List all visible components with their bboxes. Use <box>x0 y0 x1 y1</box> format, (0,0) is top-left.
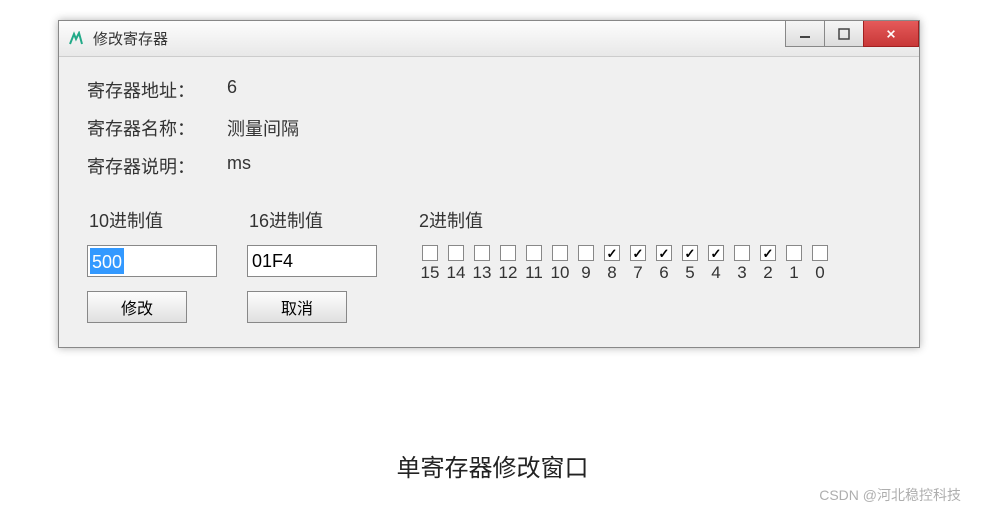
bit-4: 4 <box>703 245 729 283</box>
bit-checkbox-7[interactable] <box>630 245 646 261</box>
register-name-value: 测量间隔 <box>227 115 299 141</box>
register-address-label: 寄存器地址： <box>87 77 227 103</box>
bit-checkbox-6[interactable] <box>656 245 672 261</box>
decimal-header: 10进制值 <box>87 207 217 233</box>
bit-15: 15 <box>417 245 443 283</box>
bit-checkbox-9[interactable] <box>578 245 594 261</box>
bit-checkbox-5[interactable] <box>682 245 698 261</box>
close-button[interactable] <box>863 21 919 47</box>
decimal-input-text: 500 <box>90 248 124 274</box>
bit-1: 1 <box>781 245 807 283</box>
values-row: 10进制值 500 修改 16进制值 取消 2进制值 1514131211109… <box>87 207 891 323</box>
maximize-button[interactable] <box>824 21 864 47</box>
minimize-button[interactable] <box>785 21 825 47</box>
register-address-value: 6 <box>227 77 237 103</box>
hex-column: 16进制值 取消 <box>247 207 377 323</box>
register-address-row: 寄存器地址： 6 <box>87 77 891 103</box>
bit-14: 14 <box>443 245 469 283</box>
binary-header: 2进制值 <box>417 207 891 233</box>
hex-input[interactable] <box>247 245 377 277</box>
binary-column: 2进制值 1514131211109876543210 <box>417 207 891 323</box>
register-desc-label: 寄存器说明： <box>87 153 227 179</box>
bit-label-14: 14 <box>447 263 466 283</box>
bits-row: 1514131211109876543210 <box>417 245 891 283</box>
bit-label-7: 7 <box>633 263 642 283</box>
bit-7: 7 <box>625 245 651 283</box>
bit-label-2: 2 <box>763 263 772 283</box>
bit-checkbox-15[interactable] <box>422 245 438 261</box>
bit-label-9: 9 <box>581 263 590 283</box>
bit-checkbox-10[interactable] <box>552 245 568 261</box>
bit-label-12: 12 <box>499 263 518 283</box>
register-name-row: 寄存器名称： 测量间隔 <box>87 115 891 141</box>
bit-label-4: 4 <box>711 263 720 283</box>
bit-checkbox-4[interactable] <box>708 245 724 261</box>
decimal-input[interactable]: 500 <box>87 245 217 277</box>
window-title: 修改寄存器 <box>93 28 786 49</box>
bit-0: 0 <box>807 245 833 283</box>
bit-label-6: 6 <box>659 263 668 283</box>
bit-checkbox-0[interactable] <box>812 245 828 261</box>
bit-checkbox-12[interactable] <box>500 245 516 261</box>
bit-label-11: 11 <box>525 263 543 283</box>
register-desc-row: 寄存器说明： ms <box>87 153 891 179</box>
bit-checkbox-8[interactable] <box>604 245 620 261</box>
figure-caption: 单寄存器修改窗口 <box>0 448 985 483</box>
bit-5: 5 <box>677 245 703 283</box>
decimal-column: 10进制值 500 修改 <box>87 207 217 323</box>
bit-label-10: 10 <box>551 263 570 283</box>
cancel-button[interactable]: 取消 <box>247 291 347 323</box>
bit-6: 6 <box>651 245 677 283</box>
bit-checkbox-13[interactable] <box>474 245 490 261</box>
bit-checkbox-11[interactable] <box>526 245 542 261</box>
bit-checkbox-1[interactable] <box>786 245 802 261</box>
titlebar[interactable]: 修改寄存器 <box>59 21 919 57</box>
app-icon <box>67 30 85 48</box>
bit-label-1: 1 <box>789 263 798 283</box>
bit-12: 12 <box>495 245 521 283</box>
client-area: 寄存器地址： 6 寄存器名称： 测量间隔 寄存器说明： ms 10进制值 500… <box>59 57 919 347</box>
watermark: CSDN @河北稳控科技 <box>819 485 961 505</box>
bit-9: 9 <box>573 245 599 283</box>
bit-13: 13 <box>469 245 495 283</box>
bit-label-5: 5 <box>685 263 694 283</box>
hex-header: 16进制值 <box>247 207 377 233</box>
bit-11: 11 <box>521 245 547 283</box>
bit-2: 2 <box>755 245 781 283</box>
bit-3: 3 <box>729 245 755 283</box>
bit-checkbox-2[interactable] <box>760 245 776 261</box>
bit-8: 8 <box>599 245 625 283</box>
bit-label-0: 0 <box>815 263 824 283</box>
bit-10: 10 <box>547 245 573 283</box>
bit-checkbox-14[interactable] <box>448 245 464 261</box>
register-desc-value: ms <box>227 153 251 179</box>
bit-label-13: 13 <box>473 263 492 283</box>
bit-label-3: 3 <box>737 263 746 283</box>
window-controls <box>786 21 919 56</box>
dialog-window: 修改寄存器 寄存器地址： 6 寄存器名称： 测量间隔 寄存器说明： ms <box>58 20 920 348</box>
bit-label-15: 15 <box>421 263 440 283</box>
bit-label-8: 8 <box>607 263 616 283</box>
bit-checkbox-3[interactable] <box>734 245 750 261</box>
register-name-label: 寄存器名称： <box>87 115 227 141</box>
modify-button[interactable]: 修改 <box>87 291 187 323</box>
